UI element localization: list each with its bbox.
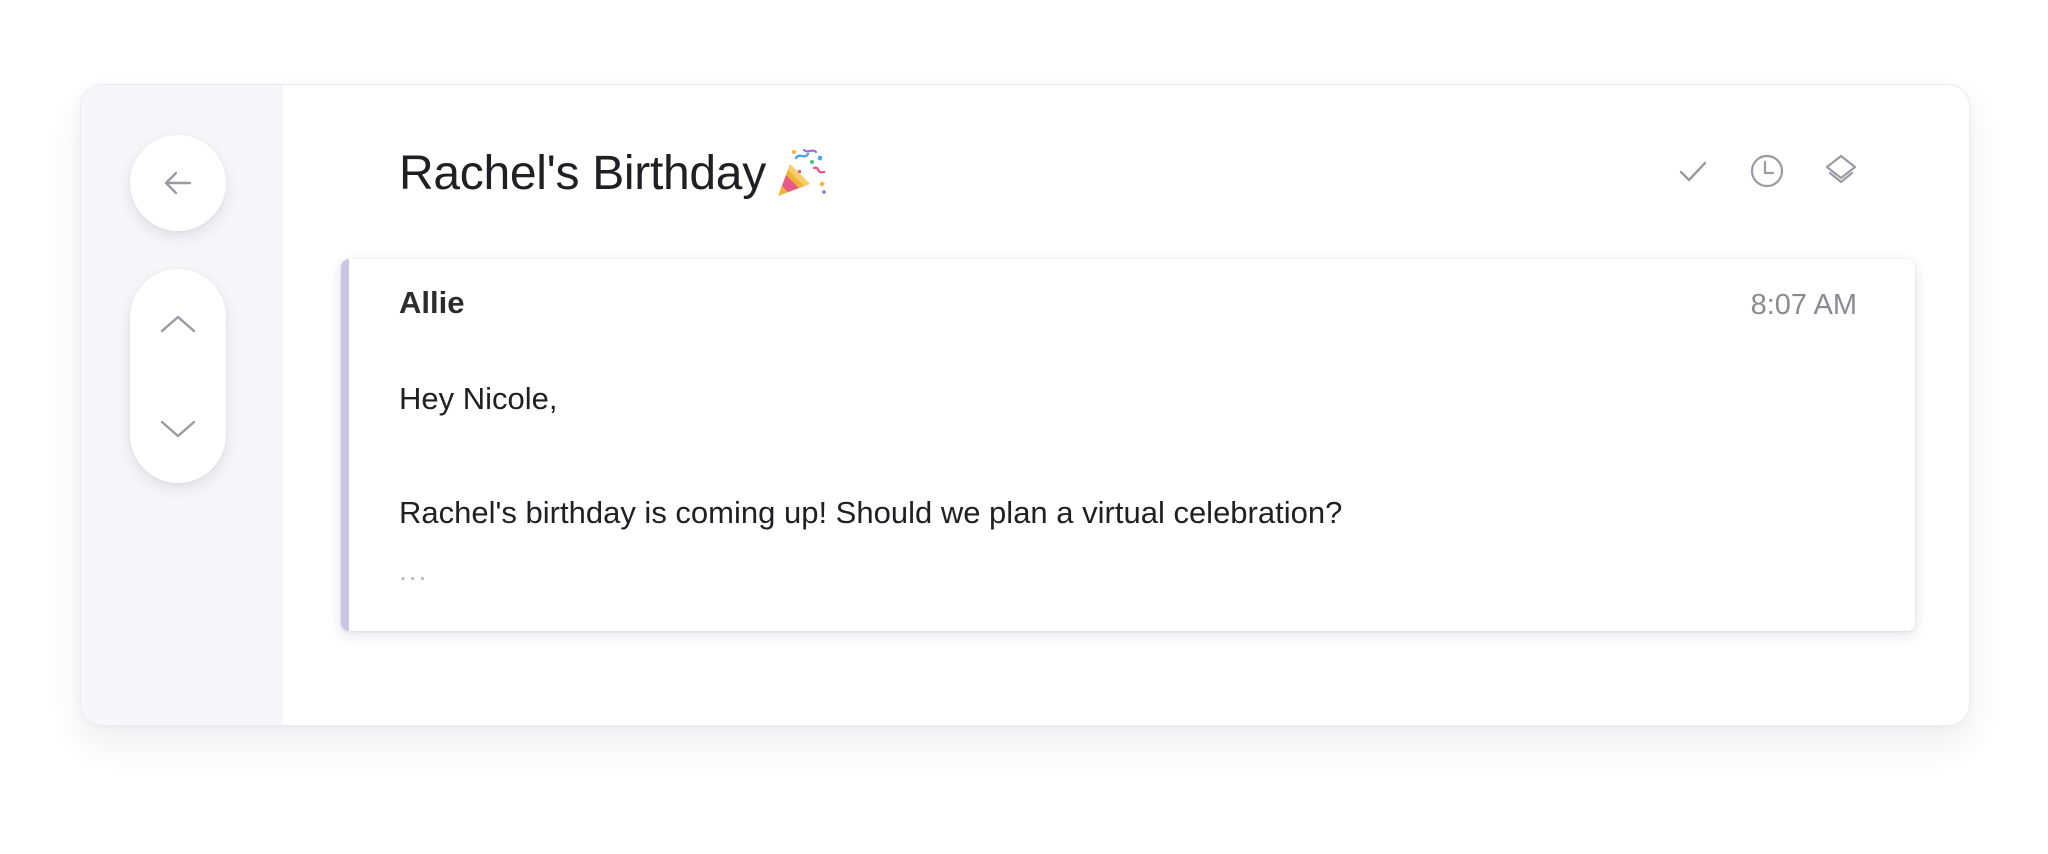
chevron-up-icon	[160, 315, 196, 332]
remind-later-button[interactable]	[1749, 153, 1785, 189]
thread-title-row: Rachel's Birthday	[399, 143, 828, 203]
checkmark-icon	[1679, 161, 1707, 182]
message-time: 8:07 AM	[1750, 289, 1857, 321]
thread-title: Rachel's Birthday	[399, 146, 766, 200]
layers-icon	[1825, 154, 1857, 184]
chevron-down-icon	[160, 420, 196, 437]
party-popper-icon	[777, 148, 826, 196]
message-accent-bar	[341, 259, 349, 631]
thread-actions	[1675, 153, 1859, 189]
message-navigation-pill	[130, 269, 226, 483]
message-greeting: Hey Nicole,	[399, 381, 558, 416]
previous-message-button[interactable]	[130, 269, 226, 376]
move-to-stack-button[interactable]	[1823, 153, 1859, 189]
message-card[interactable]: Allie 8:07 AM Hey Nicole, Rachel's birth…	[341, 259, 1915, 631]
clock-icon	[1750, 154, 1784, 188]
side-navigation-rail	[81, 85, 283, 725]
message-body: Rachel's birthday is coming up! Should w…	[399, 495, 1343, 530]
mark-done-button[interactable]	[1675, 153, 1711, 189]
next-message-button[interactable]	[130, 376, 226, 483]
show-trimmed-content-button[interactable]: ...	[399, 555, 428, 587]
back-button[interactable]	[130, 135, 226, 231]
arrow-left-icon	[164, 171, 192, 195]
sender-name: Allie	[399, 285, 465, 320]
email-thread-window: Rachel's Birthday Allie 8:07 AM Hey Nico…	[80, 84, 1970, 726]
